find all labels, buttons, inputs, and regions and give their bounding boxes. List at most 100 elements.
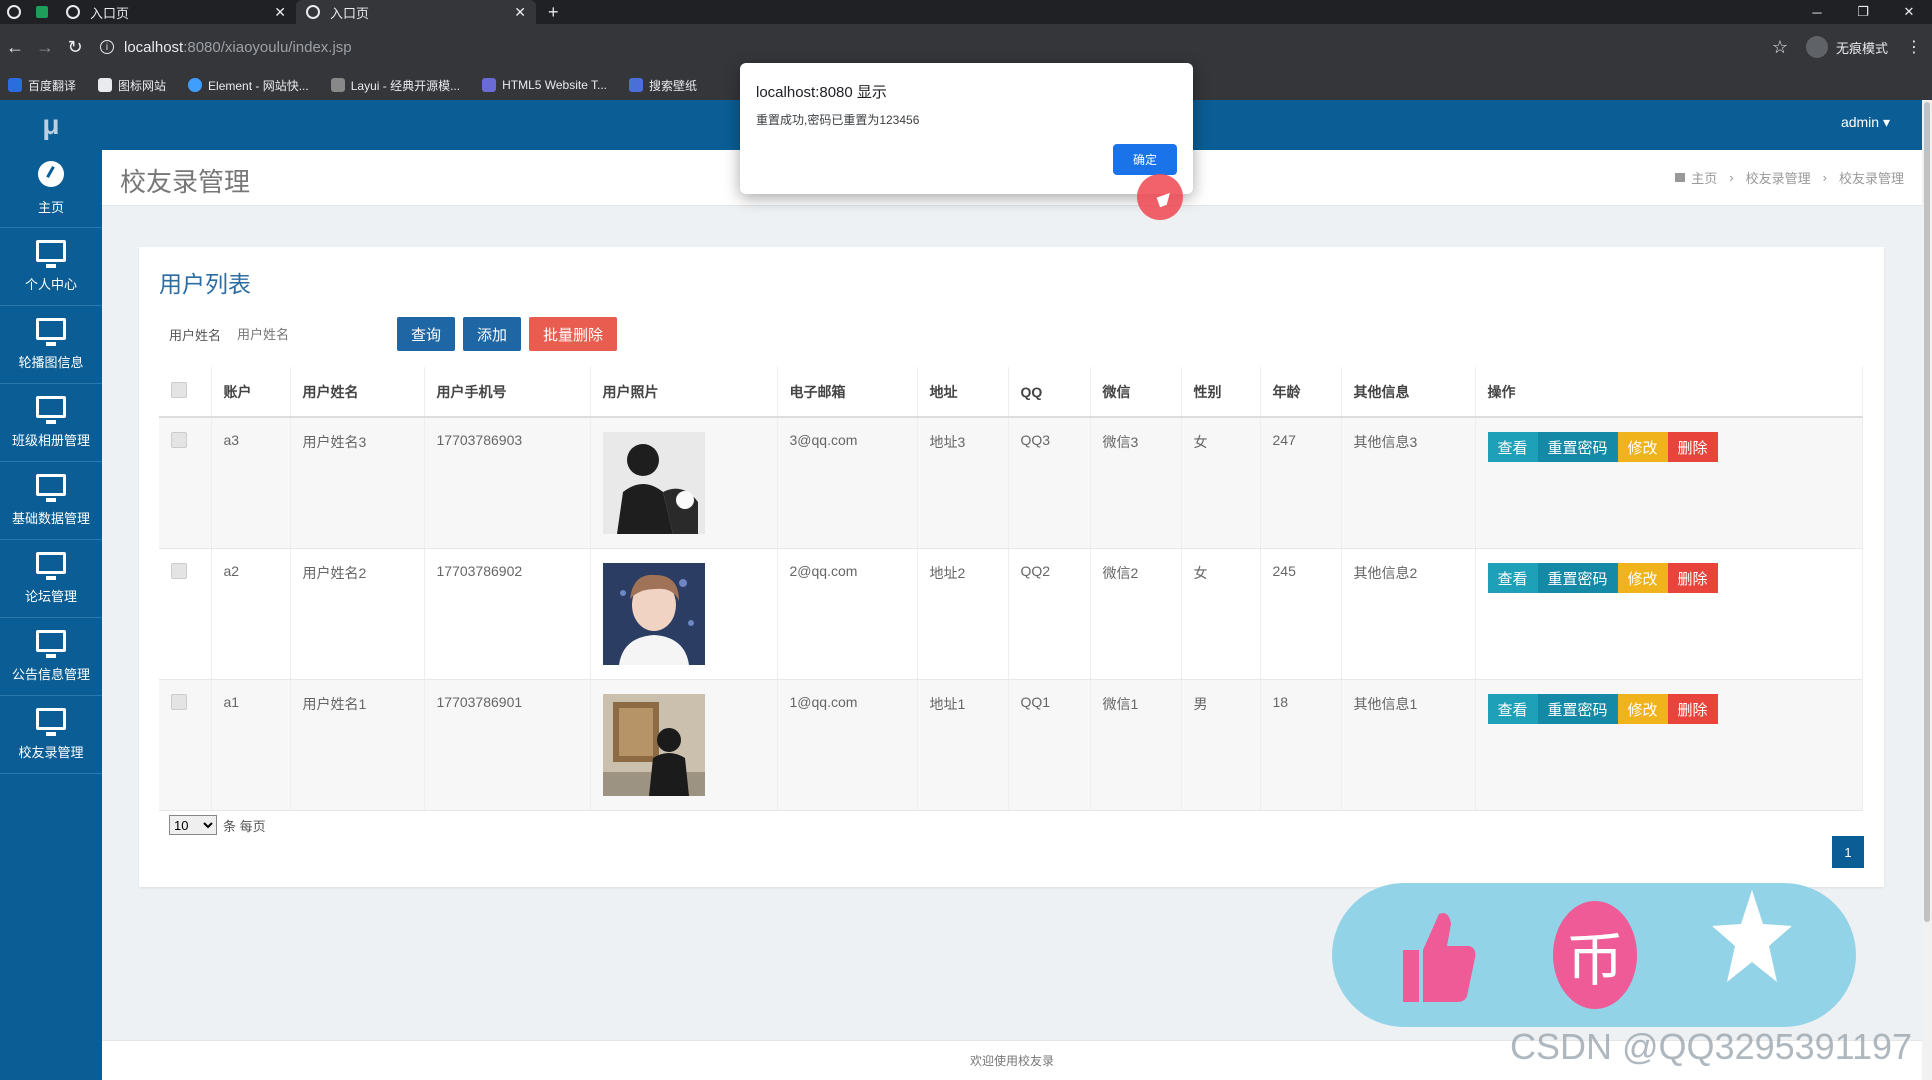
sidebar: 主页 个人中心 轮播图信息 班级相册管理 基础数据管理 论坛管理 公告信息管理 … (0, 150, 102, 1080)
cell-address: 地址3 (917, 417, 1009, 549)
cell-account: a2 (211, 548, 291, 680)
pinned-tab-icon[interactable] (28, 0, 56, 24)
cell-age: 18 (1260, 679, 1342, 811)
view-button[interactable]: 查看 (1487, 694, 1538, 724)
select-all-checkbox[interactable] (171, 382, 187, 398)
bookmark-item[interactable]: HTML5 Website T... (482, 78, 607, 92)
sidebar-item-notice[interactable]: 公告信息管理 (0, 618, 102, 696)
add-button[interactable]: 添加 (463, 317, 522, 351)
cell-email: 1@qq.com (777, 679, 918, 811)
cell-age: 245 (1260, 548, 1342, 680)
cell-name: 用户姓名2 (290, 548, 425, 680)
silhouette-photo (602, 432, 705, 534)
bookmark-item[interactable]: 图标网站 (98, 77, 166, 94)
user-menu[interactable]: admin ▾ (1841, 114, 1890, 131)
column-header: 用户姓名 (290, 367, 425, 418)
bookmark-item[interactable]: Element - 网站快... (188, 77, 309, 94)
breadcrumb-item[interactable]: 校友录管理 (1746, 168, 1811, 187)
sidebar-item-carousel[interactable]: 轮播图信息 (0, 306, 102, 384)
tab-close-icon[interactable]: ✕ (514, 4, 526, 21)
row-checkbox[interactable] (171, 694, 187, 710)
column-header: 账户 (211, 367, 291, 418)
browser-tab-2[interactable]: 入口页 ✕ (296, 0, 536, 24)
reset-password-button[interactable]: 重置密码 (1537, 432, 1618, 462)
breadcrumb: 主页 › 校友录管理 › 校友录管理 (1675, 168, 1904, 187)
cell-qq: QQ3 (1008, 417, 1091, 549)
forward-icon[interactable]: → (30, 37, 60, 58)
incognito-label[interactable]: 无痕模式 (1836, 38, 1888, 57)
bookmark-favicon-icon (482, 78, 497, 92)
select-all-cell (159, 367, 212, 418)
reset-password-button[interactable]: 重置密码 (1537, 694, 1618, 724)
breadcrumb-item: 校友录管理 (1838, 171, 1904, 186)
user-list-panel: 用户列表 用户姓名 查询 添加 批量删除 账户 用户姓名 用户手机号 用户照片 … (139, 247, 1884, 887)
url-path: :8080/xiaoyoulu/index.jsp (183, 38, 352, 56)
view-button[interactable]: 查看 (1487, 563, 1538, 593)
window-close-icon[interactable]: ✕ (1886, 0, 1932, 24)
tab-title: 入口页 (90, 5, 130, 21)
dialog-ok-button[interactable]: 确定 (1113, 144, 1177, 175)
sidebar-item-forum[interactable]: 论坛管理 (0, 540, 102, 618)
sidebar-item-profile[interactable]: 个人中心 (0, 228, 102, 306)
breadcrumb-home[interactable]: 主页 (1691, 168, 1717, 187)
cell-wechat: 微信2 (1090, 548, 1182, 680)
sidebar-item-alumni[interactable]: 校友录管理 (0, 696, 102, 774)
column-header: QQ (1008, 367, 1091, 418)
search-input[interactable] (237, 318, 398, 350)
bookmark-favicon-icon (629, 78, 644, 92)
reload-icon[interactable]: ↻ (60, 37, 90, 58)
column-header: 电子邮箱 (777, 367, 918, 418)
view-button[interactable]: 查看 (1487, 432, 1538, 462)
row-checkbox[interactable] (171, 432, 187, 448)
url-field[interactable]: i localhost:8080/xiaoyoulu/index.jsp (100, 39, 352, 56)
sidebar-item-label: 公告信息管理 (11, 667, 90, 682)
browser-tab-1[interactable]: 入口页 ✕ (56, 0, 296, 24)
cell-qq: QQ2 (1008, 548, 1091, 680)
cell-wechat: 微信3 (1090, 417, 1182, 549)
incognito-icon[interactable] (1805, 36, 1828, 58)
new-tab-icon[interactable]: + (548, 2, 559, 23)
tab-close-icon[interactable]: ✕ (274, 4, 286, 21)
chrome-icon[interactable] (0, 0, 28, 24)
browser-menu-icon[interactable]: ⋮ (1906, 37, 1922, 57)
sidebar-item-label: 轮播图信息 (18, 355, 84, 370)
cell-name: 用户姓名1 (290, 679, 425, 811)
delete-button[interactable]: 删除 (1667, 432, 1718, 462)
edit-button[interactable]: 修改 (1617, 563, 1668, 593)
page-number-button[interactable]: 1 (1832, 836, 1864, 868)
row-checkbox[interactable] (171, 563, 187, 579)
sidebar-item-label: 校友录管理 (18, 745, 84, 760)
query-button[interactable]: 查询 (397, 317, 456, 351)
scrollbar-thumb[interactable] (1924, 102, 1930, 922)
coin-icon[interactable]: 币 (1553, 901, 1637, 1009)
page-title: 校友录管理 (120, 167, 251, 197)
page-size-select[interactable]: 10 (169, 815, 217, 835)
thumbs-up-icon[interactable] (1397, 906, 1477, 1006)
sidebar-item-base-data[interactable]: 基础数据管理 (0, 462, 102, 540)
panel-title: 用户列表 (159, 271, 251, 297)
back-icon[interactable]: ← (0, 37, 30, 58)
batch-delete-button[interactable]: 批量删除 (529, 317, 618, 351)
breadcrumb-separator-icon: › (1729, 170, 1734, 185)
table-row: a3 用户姓名3 17703786903 3@qq.com 地址3 QQ3 微信… (159, 417, 1863, 549)
sidebar-item-home[interactable]: 主页 (0, 150, 102, 228)
restore-icon[interactable]: ❐ (1840, 0, 1886, 24)
sidebar-item-label: 个人中心 (24, 277, 77, 292)
minimize-icon[interactable]: ─ (1794, 0, 1840, 24)
bookmark-favicon-icon (8, 78, 22, 92)
edit-button[interactable]: 修改 (1617, 432, 1668, 462)
bookmark-item[interactable]: 搜索壁纸 (629, 77, 697, 94)
delete-button[interactable]: 删除 (1667, 694, 1718, 724)
cell-gender: 女 (1181, 417, 1261, 549)
delete-button[interactable]: 删除 (1667, 563, 1718, 593)
reset-password-button[interactable]: 重置密码 (1537, 563, 1618, 593)
bookmark-item[interactable]: Layui - 经典开源模... (330, 77, 460, 94)
bookmark-star-icon[interactable]: ☆ (1772, 37, 1788, 58)
bookmark-item[interactable]: 百度翻译 (8, 77, 76, 94)
site-info-icon[interactable]: i (100, 40, 114, 54)
star-icon[interactable] (1710, 886, 1794, 990)
edit-button[interactable]: 修改 (1617, 694, 1668, 724)
monitor-icon (36, 630, 66, 658)
column-header: 微信 (1090, 367, 1182, 418)
sidebar-item-class-album[interactable]: 班级相册管理 (0, 384, 102, 462)
